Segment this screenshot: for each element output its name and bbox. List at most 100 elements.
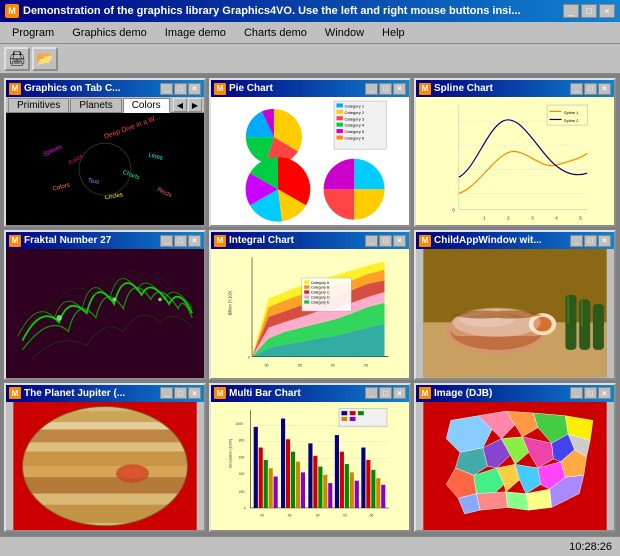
fractal-window: M Fraktal Number 27 _ □ ×	[4, 230, 206, 379]
svg-text:00: 00	[316, 513, 320, 517]
pie-minimize[interactable]: _	[365, 83, 378, 95]
fractal-close[interactable]: ×	[188, 235, 201, 247]
svg-text:Spline 1: Spline 1	[564, 110, 579, 115]
pie-chart-window: M Pie Chart _ □ × Category 1 Category 2 …	[209, 78, 411, 227]
svg-text:Category 6: Category 6	[344, 136, 364, 141]
svg-text:00: 00	[331, 364, 335, 368]
spline-minimize[interactable]: _	[570, 83, 583, 95]
svg-text:Splines: Splines	[43, 144, 63, 158]
jupiter-minimize[interactable]: _	[160, 387, 173, 399]
image-djb-minimize[interactable]: _	[570, 387, 583, 399]
svg-text:Deep Dive in a W...: Deep Dive in a W...	[103, 114, 161, 141]
image-djb-maximize[interactable]: □	[584, 387, 597, 399]
toolbar: 🖨 📂	[0, 44, 620, 74]
image-djb-close[interactable]: ×	[598, 387, 611, 399]
image-djb-titlebar: M Image (DJB) _ □ ×	[416, 385, 614, 402]
svg-text:95: 95	[288, 513, 292, 517]
pie-chart-icon: M	[214, 83, 226, 95]
graphics-tab-titlebar: M Graphics on Tab C... _ □ ×	[6, 80, 204, 97]
image-djb-content	[416, 402, 614, 530]
title-bar-controls: _ □ ×	[563, 4, 615, 18]
integral-maximize[interactable]: □	[379, 235, 392, 247]
svg-text:Colors: Colors	[52, 182, 70, 192]
svg-text:Lines: Lines	[148, 152, 163, 162]
spline-chart-title: Spline Chart	[434, 83, 493, 94]
multibar-icon: M	[214, 387, 226, 399]
close-button[interactable]: ×	[599, 4, 615, 18]
svg-text:Category 5: Category 5	[344, 129, 364, 134]
print-button[interactable]: 🖨	[4, 47, 30, 71]
tab-primitives[interactable]: Primitives	[8, 98, 69, 112]
jupiter-maximize[interactable]: □	[174, 387, 187, 399]
maximize-button[interactable]: □	[581, 4, 597, 18]
open-button[interactable]: 📂	[32, 47, 58, 71]
title-bar: M Demonstration of the graphics library …	[0, 0, 620, 22]
svg-text:1000: 1000	[235, 422, 243, 426]
svg-text:Category 2: Category 2	[344, 110, 364, 115]
fractal-minimize[interactable]: _	[160, 235, 173, 247]
tab-nav-left[interactable]: ◀	[173, 98, 187, 112]
pie-chart-titlebar: M Pie Chart _ □ ×	[211, 80, 409, 97]
time-display: 10:28:26	[569, 541, 612, 553]
status-bar: 10:28:26	[0, 536, 620, 556]
fractal-maximize[interactable]: □	[174, 235, 187, 247]
menu-window[interactable]: Window	[317, 25, 372, 41]
svg-text:06: 06	[370, 513, 374, 517]
fractal-titlebar: M Fraktal Number 27 _ □ ×	[6, 232, 204, 249]
menu-program[interactable]: Program	[4, 25, 62, 41]
spline-chart-window: M Spline Chart _ □ ×	[414, 78, 616, 227]
svg-text:Fonts: Fonts	[68, 154, 84, 167]
svg-text:05: 05	[364, 364, 368, 368]
menu-graphics-demo[interactable]: Graphics demo	[64, 25, 155, 41]
menu-image-demo[interactable]: Image demo	[157, 25, 234, 41]
integral-minimize[interactable]: _	[365, 235, 378, 247]
graphics-tab-icon: M	[9, 83, 21, 95]
jupiter-title: The Planet Jupiter (...	[24, 388, 125, 399]
minimize-button[interactable]: _	[563, 4, 579, 18]
svg-text:200: 200	[239, 490, 245, 494]
graphics-tab-close[interactable]: ×	[188, 83, 201, 95]
spline-maximize[interactable]: □	[584, 83, 597, 95]
svg-text:95: 95	[298, 364, 302, 368]
spline-close[interactable]: ×	[598, 83, 611, 95]
menu-help[interactable]: Help	[374, 25, 413, 41]
childapp-titlebar: M ChildAppWindow wit... _ □ ×	[416, 232, 614, 249]
spline-chart-titlebar: M Spline Chart _ □ ×	[416, 80, 614, 97]
main-area: M Graphics on Tab C... _ □ × Primitives …	[0, 74, 620, 536]
childapp-maximize[interactable]: □	[584, 235, 597, 247]
svg-text:5: 5	[579, 216, 582, 222]
graphics-tab-maximize[interactable]: □	[174, 83, 187, 95]
pie-maximize[interactable]: □	[379, 83, 392, 95]
childapp-minimize[interactable]: _	[570, 235, 583, 247]
integral-close[interactable]: ×	[393, 235, 406, 247]
svg-text:03: 03	[343, 513, 347, 517]
svg-text:2: 2	[507, 216, 510, 222]
svg-text:0: 0	[248, 356, 250, 360]
childapp-close[interactable]: ×	[598, 235, 611, 247]
graphics-canvas: Deep Dive in a W... Fonts Text Colors Ch…	[6, 113, 204, 225]
svg-text:Circulation (1000): Circulation (1000)	[228, 439, 232, 468]
svg-text:1: 1	[483, 216, 486, 222]
jupiter-close[interactable]: ×	[188, 387, 201, 399]
fractal-content	[6, 249, 204, 377]
svg-text:Category D: Category D	[311, 296, 330, 300]
tab-nav-right[interactable]: ▶	[188, 98, 202, 112]
graphics-tab-minimize[interactable]: _	[160, 83, 173, 95]
childapp-title: ChildAppWindow wit...	[434, 235, 542, 246]
app-title: Demonstration of the graphics library Gr…	[23, 5, 521, 17]
menu-charts-demo[interactable]: Charts demo	[236, 25, 315, 41]
integral-chart-titlebar: M Integral Chart _ □ ×	[211, 232, 409, 249]
svg-text:Category A: Category A	[311, 281, 330, 285]
svg-text:4: 4	[555, 216, 558, 222]
multibar-close[interactable]: ×	[393, 387, 406, 399]
svg-text:0: 0	[452, 208, 455, 214]
pie-close[interactable]: ×	[393, 83, 406, 95]
integral-chart-icon: M	[214, 235, 226, 247]
tab-planets[interactable]: Planets	[70, 98, 121, 112]
jupiter-content	[6, 402, 204, 530]
multibar-maximize[interactable]: □	[379, 387, 392, 399]
multibar-minimize[interactable]: _	[365, 387, 378, 399]
multibar-window: M Multi Bar Chart _ □ × Circulation (100…	[209, 383, 411, 532]
childapp-window: M ChildAppWindow wit... _ □ ×	[414, 230, 616, 379]
tab-colors[interactable]: Colors	[123, 98, 170, 113]
